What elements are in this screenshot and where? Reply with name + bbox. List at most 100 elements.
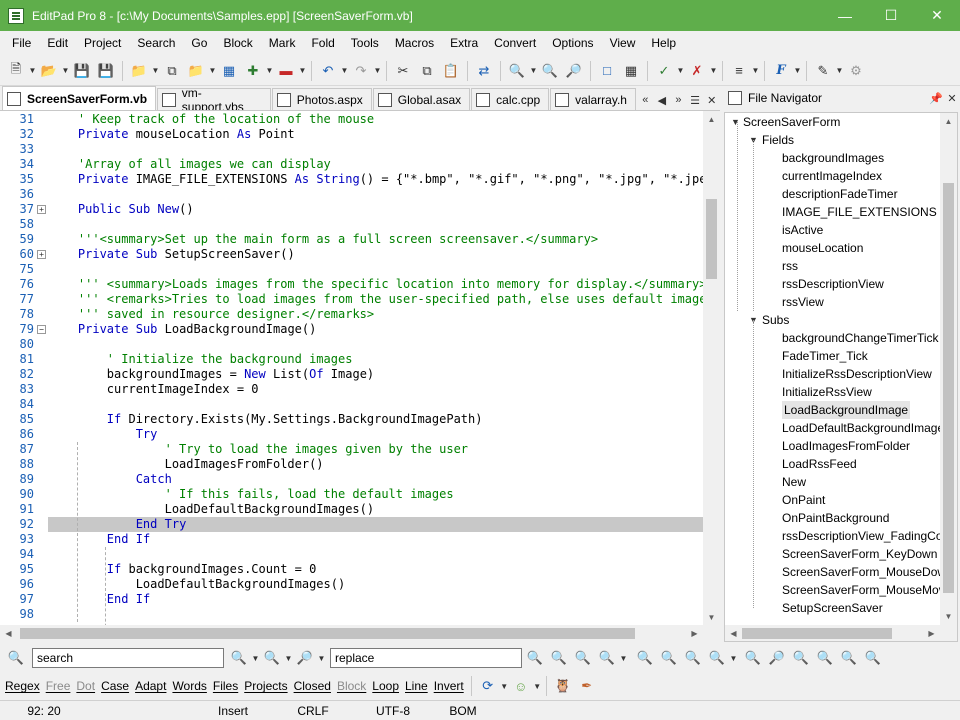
tab-close-icon[interactable]: ✕ [703, 90, 720, 110]
navigator-item[interactable]: ScreenSaverForm [743, 113, 840, 131]
add-dropdown-arrow[interactable]: ▼ [265, 60, 274, 82]
code-line[interactable]: Catch [49, 472, 172, 487]
save-all-icon[interactable]: 💾 [95, 60, 117, 82]
history-dropdown-arrow[interactable]: ▼ [500, 675, 509, 697]
fold-toggle-icon[interactable]: + [37, 250, 46, 259]
navigator-item[interactable]: ScreenSaverForm_MouseMove [782, 581, 951, 599]
editor-horizontal-scrollbar[interactable]: ◀ ▶ [0, 625, 720, 642]
navigator-item[interactable]: SetupScreenSaver [782, 599, 883, 617]
tab-scroll-left-icon[interactable]: « [637, 90, 654, 110]
quill-icon[interactable]: ✒ [576, 675, 598, 697]
navigator-item[interactable]: Fields [762, 131, 794, 149]
code-line[interactable]: backgroundImages = New List(Of Image) [49, 367, 374, 382]
tab-scroll-left-one-icon[interactable]: ◀ [654, 90, 671, 110]
navigator-item[interactable]: backgroundImages [782, 149, 884, 167]
font-dropdown-arrow[interactable]: ▼ [793, 60, 802, 82]
multi-line-icon[interactable]: 🔍 [790, 647, 812, 669]
editor-vertical-scrollbar[interactable]: ▲ ▼ [703, 111, 720, 625]
code-line[interactable]: Private mouseLocation As Point [49, 127, 295, 142]
folder-dropdown-arrow[interactable]: ▼ [208, 60, 217, 82]
navigator-item[interactable]: mouseLocation [782, 239, 863, 257]
code-editor[interactable]: 31 32 33 34 35 36 37 +58 59 60 +75 76 77 78 79−80 81 82 8… [0, 110, 720, 625]
menu-block[interactable]: Block [215, 31, 260, 56]
search-close-icon[interactable]: 🔍 [862, 647, 884, 669]
option-files[interactable]: Files [210, 679, 241, 693]
history-icon[interactable]: ⟳ [477, 675, 499, 697]
navigator-item[interactable]: Subs [762, 311, 789, 329]
add-file-icon[interactable]: ✚ [242, 60, 264, 82]
options-dropdown-arrow[interactable]: ▼ [835, 60, 844, 82]
navigator-item[interactable]: FadeTimer_Tick [782, 347, 868, 365]
search-all-files-icon[interactable]: 🔍 [838, 647, 860, 669]
menu-view[interactable]: View [602, 31, 644, 56]
menu-tools[interactable]: Tools [343, 31, 387, 56]
nav-scroll-up-arrow-icon[interactable]: ▲ [940, 113, 957, 130]
owl-icon[interactable]: 🦉 [552, 675, 574, 697]
find-next-icon[interactable]: 🔍 [539, 60, 561, 82]
close-button[interactable]: ✕ [914, 0, 960, 31]
replace-all-icon[interactable]: 🔍 [572, 647, 594, 669]
syntax-dropdown-arrow[interactable]: ▼ [709, 60, 718, 82]
code-line[interactable]: ' Keep track of the location of the mous… [49, 112, 374, 127]
replace-input[interactable] [330, 648, 522, 668]
replace-current-icon[interactable]: 🔍 [596, 647, 618, 669]
edit-options-icon[interactable]: ✎ [812, 60, 834, 82]
copy-icon[interactable]: ⧉ [416, 60, 438, 82]
navigator-item[interactable]: ScreenSaverForm_MouseDown [782, 563, 953, 581]
option-dot[interactable]: Dot [73, 679, 98, 693]
tab-screensaverform-vb[interactable]: ScreenSaverForm.vb [2, 86, 157, 110]
spell-check-icon[interactable]: ✓ [653, 60, 675, 82]
open-project-icon[interactable]: 📁 [128, 60, 150, 82]
navigator-item[interactable]: New [782, 473, 806, 491]
navigator-item[interactable]: rssDescriptionView [782, 275, 884, 293]
code-line[interactable]: End If [49, 532, 150, 547]
code-line[interactable]: LoadImagesFromFolder() [49, 457, 324, 472]
option-words[interactable]: Words [169, 679, 209, 693]
scroll-left-arrow-icon[interactable]: ◀ [0, 625, 17, 642]
editor-horizontal-scroll-thumb[interactable] [20, 628, 635, 639]
close-panel-icon[interactable]: ✕ [944, 92, 960, 105]
option-regex[interactable]: Regex [2, 679, 43, 693]
search-dropdown-arrow[interactable]: ▼ [529, 60, 538, 82]
line-break-style[interactable]: CRLF [278, 704, 348, 718]
project-view-icon[interactable]: ▦ [218, 60, 240, 82]
find-previous-icon[interactable]: 🔎 [563, 60, 585, 82]
navigator-item[interactable]: rss [782, 257, 798, 275]
search-input[interactable] [32, 648, 224, 668]
code-line[interactable]: ' Try to load the images given by the us… [49, 442, 468, 457]
option-line[interactable]: Line [402, 679, 431, 693]
menu-macros[interactable]: Macros [387, 31, 442, 56]
nav-scroll-down-arrow-icon[interactable]: ▼ [940, 608, 957, 625]
highlight-icon[interactable]: 🔍 [634, 647, 656, 669]
cursor-position[interactable]: 92: 20 [0, 704, 88, 718]
block-search-icon[interactable]: 🔍 [814, 647, 836, 669]
mark-matches-icon[interactable]: 🔍 [706, 647, 728, 669]
tab-list-icon[interactable]: ☰ [687, 90, 704, 110]
remove-dropdown-arrow[interactable]: ▼ [298, 60, 307, 82]
byte-order-mark[interactable]: BOM [438, 704, 488, 718]
menu-project[interactable]: Project [76, 31, 129, 56]
find-next-dropdown-arrow[interactable]: ▼ [284, 647, 293, 669]
code-line[interactable]: Private Sub SetupScreenSaver() [49, 247, 295, 262]
fold-toggle-icon[interactable]: + [37, 205, 46, 214]
remove-file-icon[interactable]: ▬ [275, 60, 297, 82]
folder-icon[interactable]: 📁 [185, 60, 207, 82]
code-line[interactable]: currentImageIndex = 0 [49, 382, 259, 397]
navigator-item[interactable]: isActive [782, 221, 823, 239]
menu-file[interactable]: File [4, 31, 39, 56]
replace-next-icon[interactable]: 🔍 [548, 647, 570, 669]
word-wrap-icon[interactable]: ≡ [728, 60, 750, 82]
tab-calc-cpp[interactable]: calc.cpp [471, 88, 550, 110]
code-line[interactable]: ''' <remarks>Tries to load images from t… [49, 292, 714, 307]
navigator-item[interactable]: descriptionFadeTimer [782, 185, 898, 203]
menu-mark[interactable]: Mark [261, 31, 304, 56]
navigator-item[interactable]: ScreenSaverForm_KeyDown [782, 545, 937, 563]
navigator-item[interactable]: InitializeRssView [782, 383, 872, 401]
find-previous-icon[interactable]: 🔎 [294, 647, 316, 669]
navigator-item[interactable]: LoadDefaultBackgroundImages [782, 419, 950, 437]
save-icon[interactable]: 💾 [71, 60, 93, 82]
find-first-icon[interactable]: 🔍 [228, 647, 250, 669]
syntax-coloring-icon[interactable]: ✗ [686, 60, 708, 82]
undo-icon[interactable]: ↶ [317, 60, 339, 82]
editor-vertical-scroll-thumb[interactable] [706, 199, 717, 279]
